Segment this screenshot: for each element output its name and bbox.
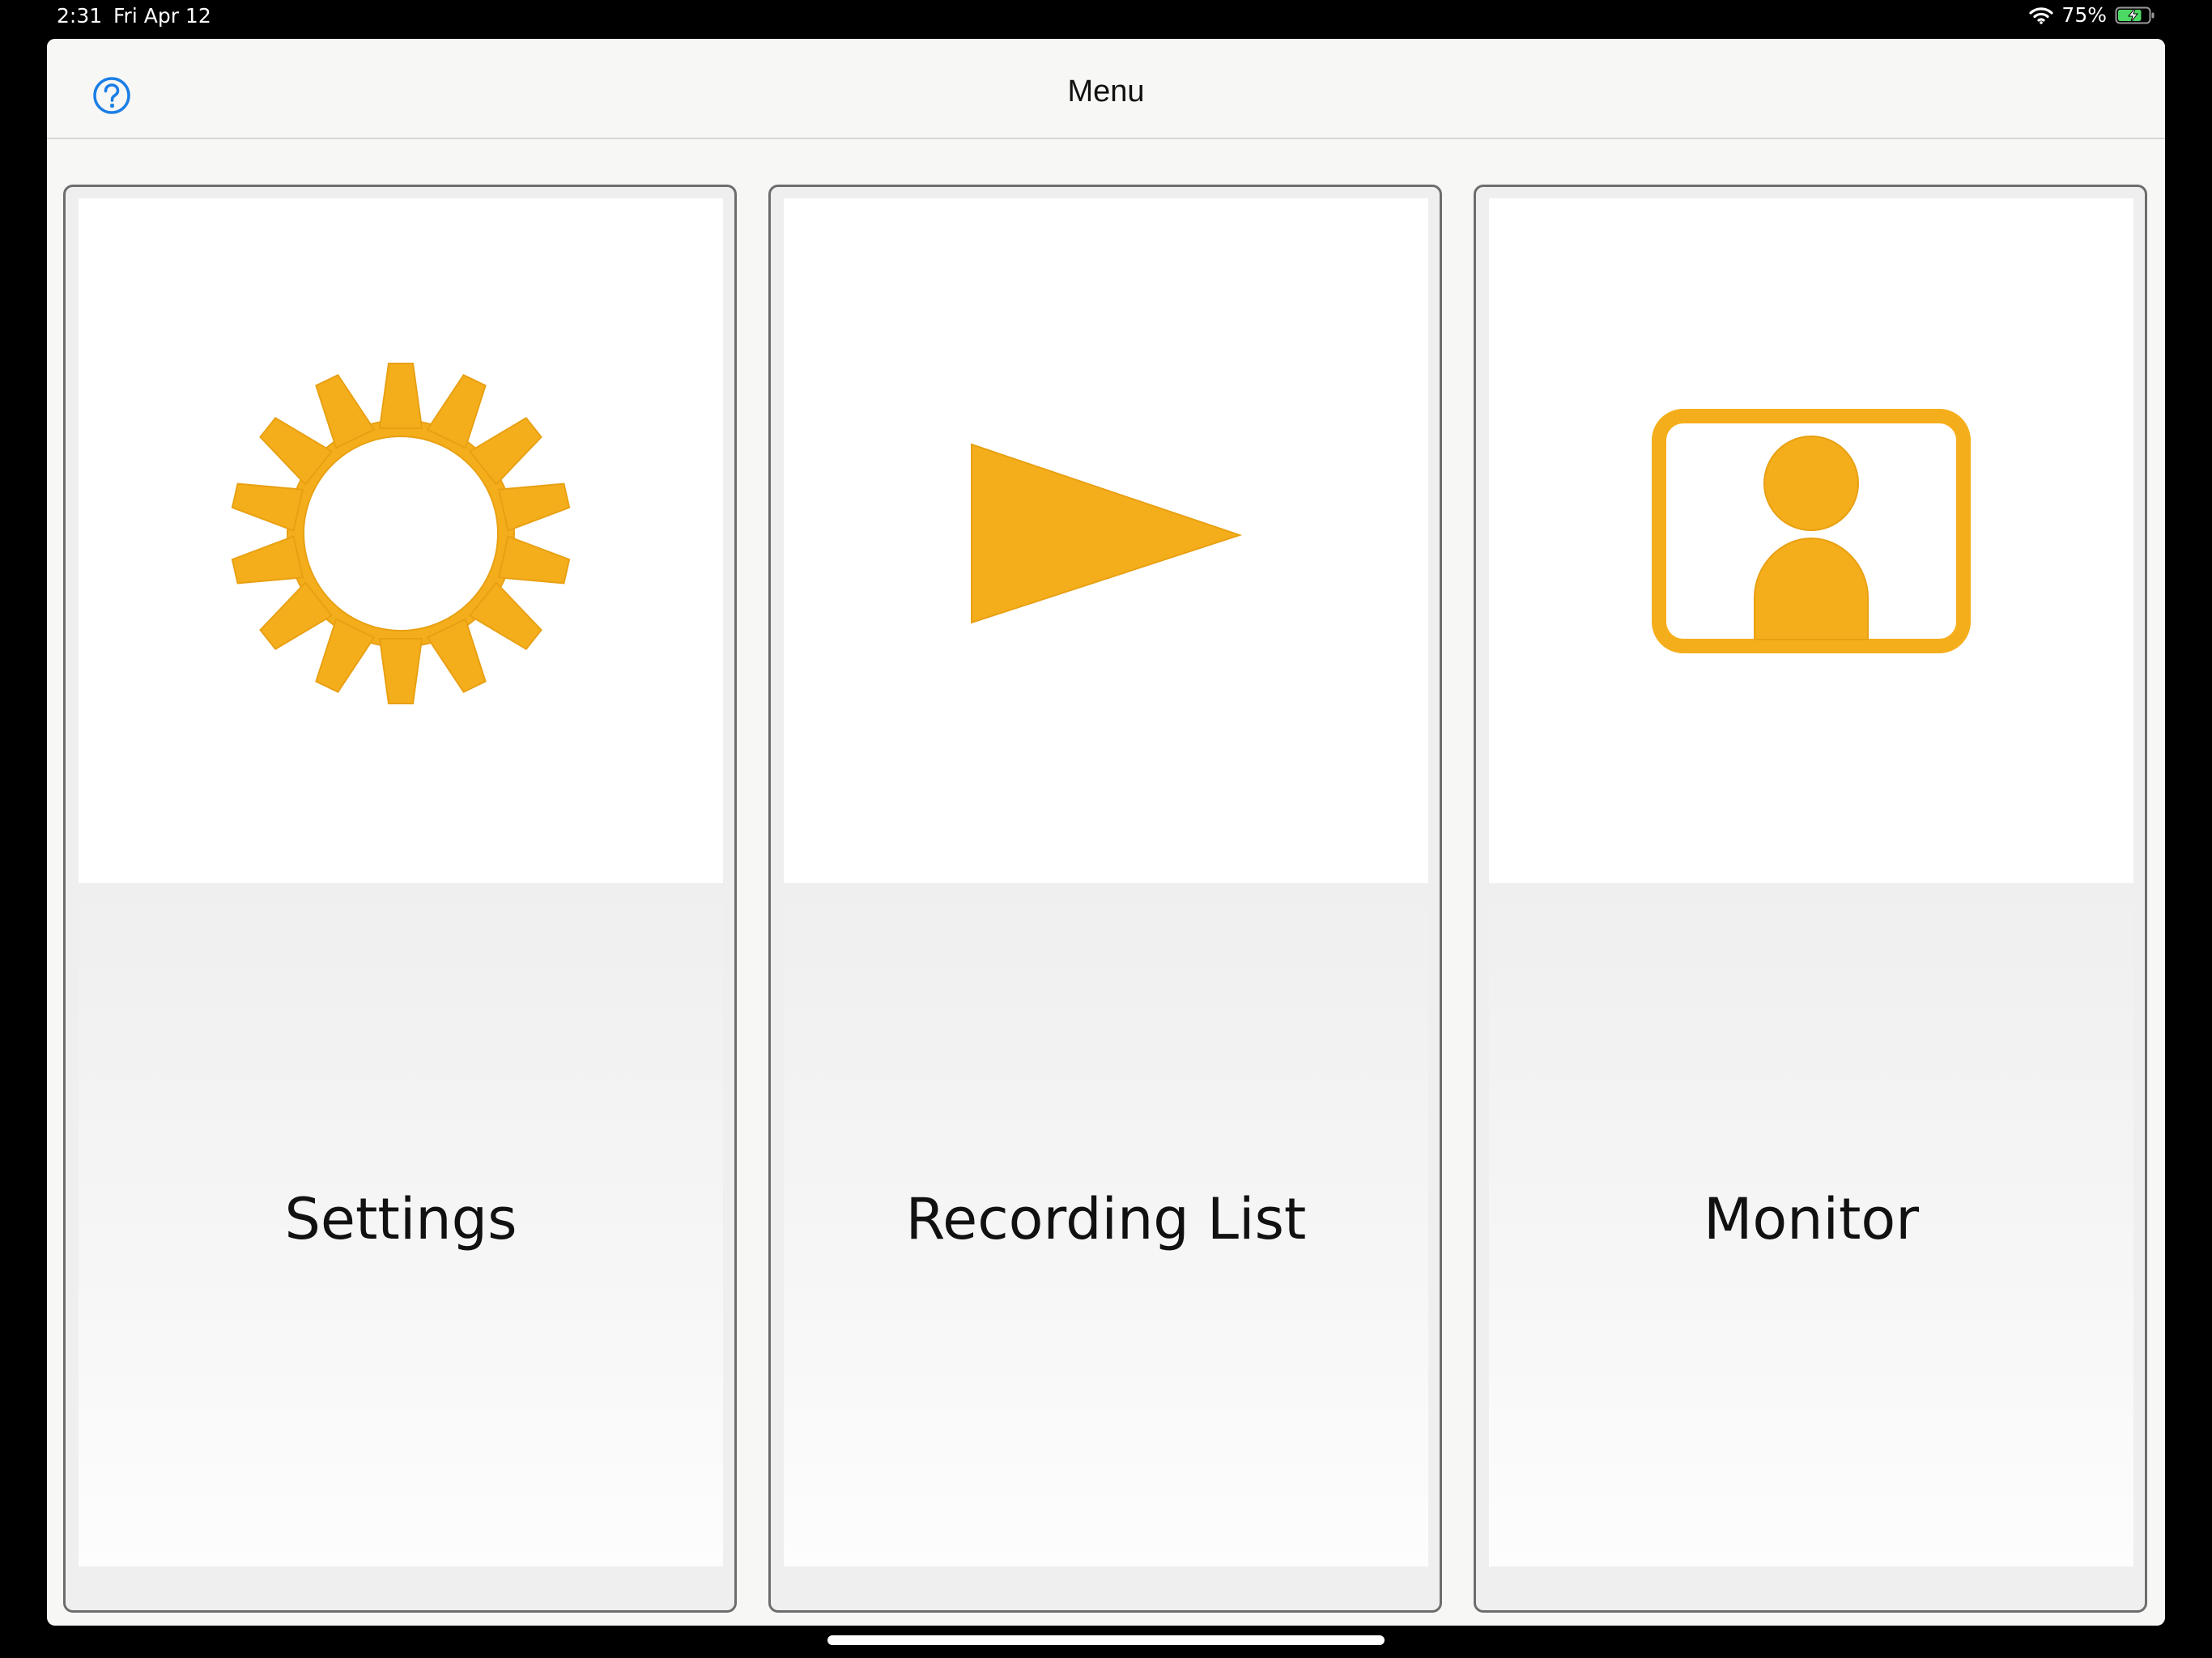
gear-tooth — [231, 483, 304, 532]
recording-list-icon-area — [784, 198, 1428, 883]
monitor-icon-area — [1489, 198, 2133, 883]
wifi-icon — [2029, 6, 2054, 24]
monitor-label: Monitor — [1703, 1186, 1920, 1252]
recording-list-label-area: Recording List — [784, 883, 1428, 1567]
recording-list-tile[interactable]: Recording List — [768, 185, 1442, 1613]
settings-tile[interactable]: Settings — [63, 185, 737, 1613]
status-bar: 2:31 Fri Apr 12 75% — [0, 0, 2212, 36]
navigation-bar: Menu — [47, 39, 2165, 139]
page-title: Menu — [1067, 74, 1145, 108]
monitor-tile-content: Monitor — [1489, 198, 2133, 1567]
play-icon — [971, 443, 1243, 624]
app-window: Menu Settings Recording List Monitor — [47, 39, 2165, 1626]
settings-tile-content: Settings — [79, 198, 723, 1567]
battery-percent: 75% — [2061, 3, 2107, 27]
battery-charging-icon — [2115, 6, 2155, 25]
settings-icon-area — [79, 198, 723, 883]
status-date: Fri Apr 12 — [113, 4, 211, 28]
monitor-label-area: Monitor — [1489, 883, 2133, 1567]
status-right: 75% — [2029, 3, 2155, 27]
person-monitor-icon — [1652, 409, 1971, 653]
gear-tooth — [378, 638, 423, 704]
settings-label: Settings — [284, 1186, 517, 1252]
home-indicator[interactable] — [827, 1635, 1385, 1645]
recording-list-label: Recording List — [905, 1186, 1307, 1252]
gear-tooth — [231, 535, 304, 585]
gear-tooth — [497, 535, 571, 585]
settings-label-area: Settings — [79, 883, 723, 1567]
recording-list-tile-content: Recording List — [784, 198, 1428, 1567]
gear-tooth — [378, 363, 423, 429]
status-time: 2:31 — [57, 4, 103, 28]
ipad-screen: 2:31 Fri Apr 12 75% Menu Settings Record… — [0, 0, 2212, 1658]
gear-tooth — [497, 483, 571, 532]
monitor-tile[interactable]: Monitor — [1474, 185, 2147, 1613]
gear-icon — [231, 363, 571, 704]
